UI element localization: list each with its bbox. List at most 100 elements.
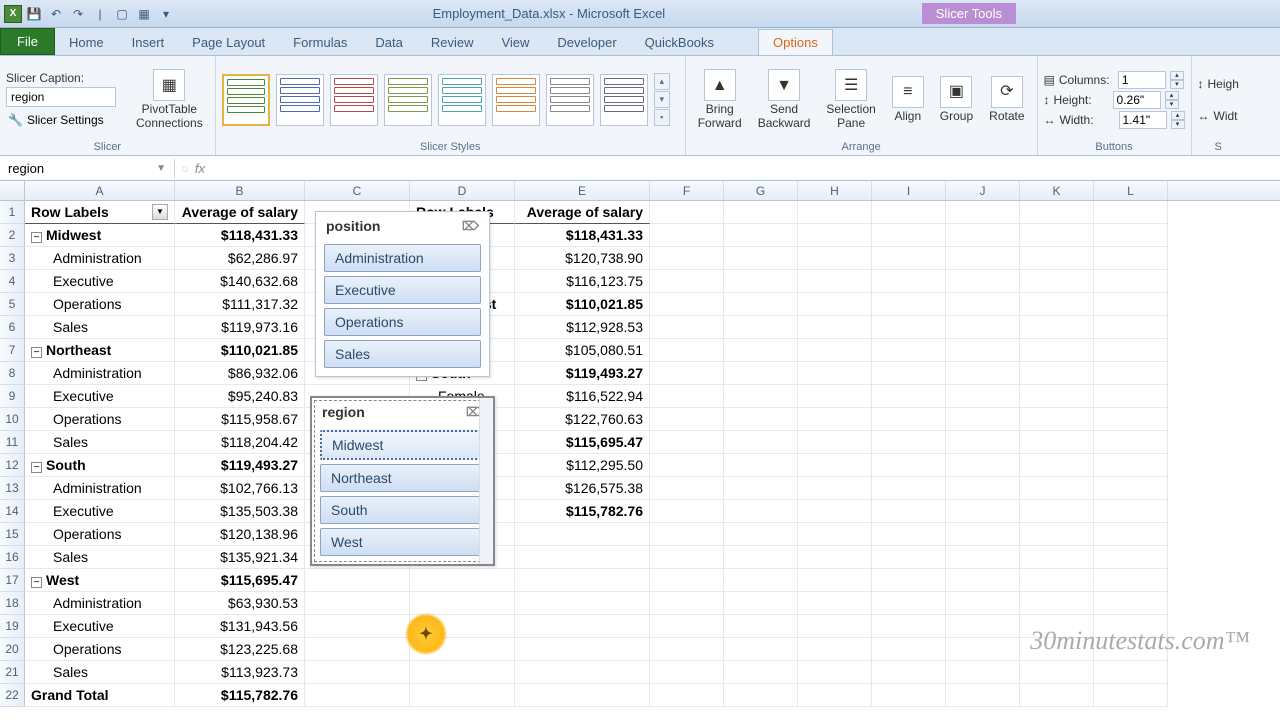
- cell[interactable]: [946, 684, 1020, 707]
- width-input[interactable]: [1119, 111, 1167, 129]
- col-header[interactable]: J: [946, 181, 1020, 200]
- cell[interactable]: [650, 362, 724, 385]
- row-header[interactable]: 7: [0, 339, 25, 362]
- print-icon[interactable]: ▦: [134, 4, 154, 24]
- cell[interactable]: [872, 362, 946, 385]
- cell[interactable]: [872, 500, 946, 523]
- cell[interactable]: [724, 201, 798, 224]
- formula-circle-icon[interactable]: ○: [181, 161, 189, 176]
- cell[interactable]: [798, 500, 872, 523]
- col-header[interactable]: C: [305, 181, 410, 200]
- clear-filter-icon[interactable]: ⌦: [462, 219, 479, 233]
- cell[interactable]: Operations: [25, 293, 175, 316]
- col-header[interactable]: H: [798, 181, 872, 200]
- cell[interactable]: Administration: [25, 477, 175, 500]
- tab-insert[interactable]: Insert: [118, 30, 179, 55]
- cell[interactable]: [798, 638, 872, 661]
- cell[interactable]: $112,295.50: [515, 454, 650, 477]
- tab-page-layout[interactable]: Page Layout: [178, 30, 279, 55]
- cell[interactable]: [650, 408, 724, 431]
- cell[interactable]: Sales: [25, 661, 175, 684]
- cell[interactable]: [946, 523, 1020, 546]
- cell[interactable]: [305, 592, 410, 615]
- cell[interactable]: [872, 385, 946, 408]
- slicer-scrollbar[interactable]: [479, 398, 493, 564]
- redo-icon[interactable]: ↷: [68, 4, 88, 24]
- cell[interactable]: [946, 247, 1020, 270]
- cell[interactable]: [798, 224, 872, 247]
- row-header[interactable]: 17: [0, 569, 25, 592]
- row-header[interactable]: 21: [0, 661, 25, 684]
- cell[interactable]: [1020, 661, 1094, 684]
- cell[interactable]: [872, 546, 946, 569]
- cell[interactable]: $115,958.67: [175, 408, 305, 431]
- cell[interactable]: [724, 224, 798, 247]
- col-header[interactable]: L: [1094, 181, 1168, 200]
- cell[interactable]: Row Labels▼: [25, 201, 175, 224]
- cell[interactable]: [872, 408, 946, 431]
- cell[interactable]: $120,138.96: [175, 523, 305, 546]
- cell[interactable]: [872, 684, 946, 707]
- tab-view[interactable]: View: [487, 30, 543, 55]
- slicer-caption-input[interactable]: [6, 87, 116, 107]
- cell[interactable]: [1094, 316, 1168, 339]
- cell[interactable]: Executive: [25, 270, 175, 293]
- slicer-position[interactable]: position ⌦ AdministrationExecutiveOperat…: [315, 211, 490, 377]
- cell[interactable]: $102,766.13: [175, 477, 305, 500]
- cell[interactable]: $115,782.76: [175, 684, 305, 707]
- cell[interactable]: [724, 500, 798, 523]
- cell[interactable]: [1020, 454, 1094, 477]
- filter-dropdown-icon[interactable]: ▼: [152, 204, 168, 220]
- save-icon[interactable]: 💾: [24, 4, 44, 24]
- cell[interactable]: $131,943.56: [175, 615, 305, 638]
- cell[interactable]: [1094, 293, 1168, 316]
- cell[interactable]: [1020, 408, 1094, 431]
- cell[interactable]: [724, 638, 798, 661]
- cell[interactable]: [724, 316, 798, 339]
- slicer-settings-button[interactable]: 🔧 Slicer Settings: [6, 111, 126, 129]
- cell[interactable]: [1020, 569, 1094, 592]
- cell[interactable]: Operations: [25, 523, 175, 546]
- cell[interactable]: [305, 569, 410, 592]
- cell[interactable]: [946, 316, 1020, 339]
- cell[interactable]: [724, 661, 798, 684]
- cell[interactable]: [946, 431, 1020, 454]
- cell[interactable]: [872, 592, 946, 615]
- cell[interactable]: [798, 546, 872, 569]
- cell[interactable]: [1094, 661, 1168, 684]
- select-all-corner[interactable]: [0, 181, 25, 200]
- style-thumb-4[interactable]: [384, 74, 432, 126]
- cell[interactable]: $111,317.32: [175, 293, 305, 316]
- cell[interactable]: $120,738.90: [515, 247, 650, 270]
- cell[interactable]: [1020, 546, 1094, 569]
- cell[interactable]: [798, 339, 872, 362]
- cell[interactable]: [946, 339, 1020, 362]
- col-header[interactable]: F: [650, 181, 724, 200]
- cell[interactable]: [724, 454, 798, 477]
- style-thumb-5[interactable]: [438, 74, 486, 126]
- cell[interactable]: [515, 546, 650, 569]
- cell[interactable]: [515, 638, 650, 661]
- cell[interactable]: [515, 523, 650, 546]
- cell[interactable]: $62,286.97: [175, 247, 305, 270]
- cell[interactable]: Executive: [25, 385, 175, 408]
- qat-more-icon[interactable]: ▾: [156, 4, 176, 24]
- tab-home[interactable]: Home: [55, 30, 118, 55]
- tab-quickbooks[interactable]: QuickBooks: [631, 30, 728, 55]
- cell[interactable]: [724, 592, 798, 615]
- slicer-item[interactable]: Sales: [324, 340, 481, 368]
- cell[interactable]: Grand Total: [25, 684, 175, 707]
- cell[interactable]: [650, 293, 724, 316]
- cell[interactable]: $119,493.27: [515, 362, 650, 385]
- spinner-down-icon[interactable]: ▾: [1171, 120, 1185, 129]
- cell[interactable]: [946, 385, 1020, 408]
- style-thumb-8[interactable]: [600, 74, 648, 126]
- row-header[interactable]: 2: [0, 224, 25, 247]
- cell[interactable]: [946, 546, 1020, 569]
- cell[interactable]: $126,575.38: [515, 477, 650, 500]
- cell[interactable]: [650, 684, 724, 707]
- name-box[interactable]: region ▼: [0, 159, 175, 178]
- cell[interactable]: [798, 362, 872, 385]
- col-header[interactable]: A: [25, 181, 175, 200]
- cell[interactable]: [650, 385, 724, 408]
